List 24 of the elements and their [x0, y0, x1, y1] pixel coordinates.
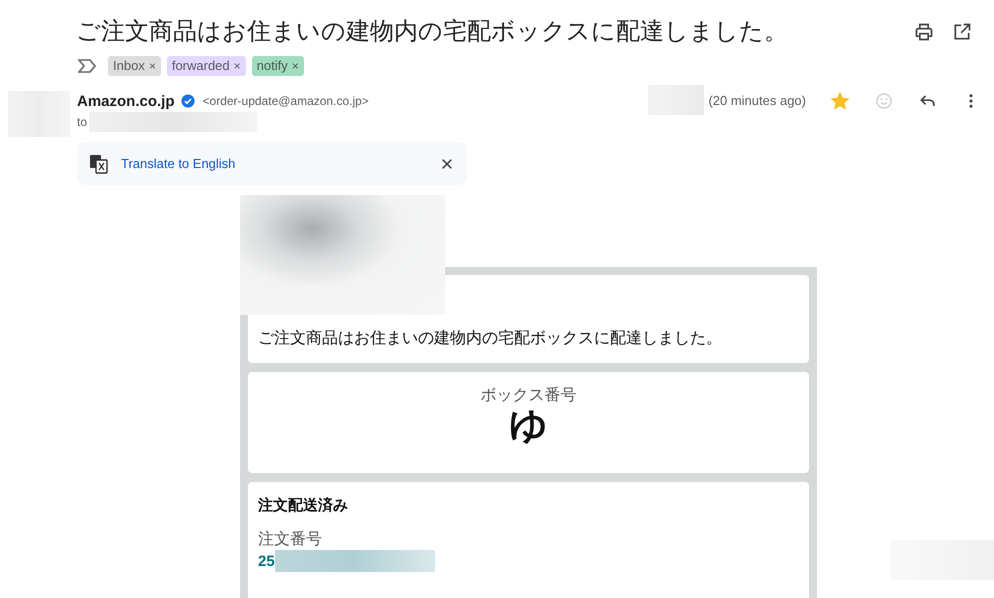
- translate-icon: [89, 154, 109, 174]
- order-status: 注文配送済み: [258, 496, 349, 515]
- label-name[interactable]: notify: [256, 58, 288, 74]
- open-in-new-window-icon[interactable]: [952, 22, 972, 42]
- close-icon[interactable]: [441, 158, 453, 170]
- label-name[interactable]: forwarded: [172, 58, 230, 74]
- message-text: ご注文商品はお住まいの建物内の宅配ボックスに配達しました。: [258, 328, 722, 349]
- order-number-label: 注文番号: [258, 530, 323, 550]
- star-icon[interactable]: [830, 91, 850, 111]
- sender-name: Amazon.co.jp: [77, 92, 175, 110]
- remove-label-button[interactable]: ×: [234, 58, 241, 74]
- recipient-label: to: [77, 115, 88, 129]
- email-subject: ご注文商品はお住まいの建物内の宅配ボックスに配達しました。: [76, 17, 789, 47]
- box-number: ゆ: [509, 406, 548, 446]
- remove-label-button[interactable]: ×: [292, 58, 299, 74]
- remove-label-button[interactable]: ×: [148, 58, 156, 74]
- translate-link[interactable]: Translate to English: [121, 156, 441, 171]
- label-name[interactable]: Inbox: [113, 58, 145, 74]
- print-icon[interactable]: [914, 22, 934, 42]
- box-number-label: ボックス番号: [480, 386, 576, 406]
- sender-email: <order-update@amazon.co.jp>: [202, 94, 369, 108]
- order-number[interactable]: 25: [258, 552, 275, 570]
- received-time: (20 minutes ago): [708, 93, 806, 108]
- importance-marker-icon[interactable]: [78, 59, 96, 73]
